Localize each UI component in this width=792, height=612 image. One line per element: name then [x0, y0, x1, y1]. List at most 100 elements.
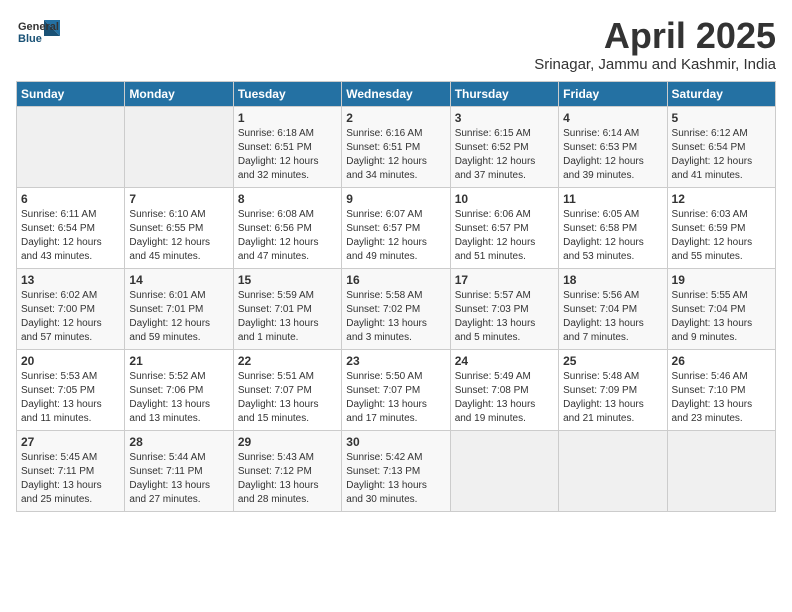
calendar-cell [450, 430, 558, 511]
day-number: 20 [21, 354, 120, 368]
day-detail: Sunrise: 6:16 AM Sunset: 6:51 PM Dayligh… [346, 127, 445, 183]
day-number: 22 [238, 354, 337, 368]
calendar-cell: 18 Sunrise: 5:56 AM Sunset: 7:04 PM Dayli… [559, 268, 667, 349]
calendar-cell: 16 Sunrise: 5:58 AM Sunset: 7:02 PM Dayli… [342, 268, 450, 349]
day-detail: Sunrise: 6:02 AM Sunset: 7:00 PM Dayligh… [21, 289, 120, 345]
title-block: April 2025 Srinagar, Jammu and Kashmir, … [534, 16, 776, 73]
day-number: 2 [346, 111, 445, 125]
page-header: General Blue April 2025 Srinagar, Jammu … [16, 16, 776, 73]
day-number: 10 [455, 192, 554, 206]
day-detail: Sunrise: 5:51 AM Sunset: 7:07 PM Dayligh… [238, 370, 337, 426]
logo: General Blue [16, 16, 60, 50]
logo-icon: General Blue [16, 16, 60, 50]
day-detail: Sunrise: 6:10 AM Sunset: 6:55 PM Dayligh… [129, 208, 228, 264]
calendar-cell: 9Sunrise: 6:07 AM Sunset: 6:57 PM Daylig… [342, 187, 450, 268]
day-detail: Sunrise: 5:57 AM Sunset: 7:03 PM Dayligh… [455, 289, 554, 345]
day-detail: Sunrise: 6:18 AM Sunset: 6:51 PM Dayligh… [238, 127, 337, 183]
calendar-cell: 14 Sunrise: 6:01 AM Sunset: 7:01 PM Dayli… [125, 268, 233, 349]
calendar-cell: 27Sunrise: 5:45 AM Sunset: 7:11 PM Dayli… [17, 430, 125, 511]
calendar-cell [559, 430, 667, 511]
calendar-cell [17, 106, 125, 187]
day-number: 17 [455, 273, 554, 287]
calendar-week-row: 27Sunrise: 5:45 AM Sunset: 7:11 PM Dayli… [17, 430, 776, 511]
location-title: Srinagar, Jammu and Kashmir, India [534, 56, 776, 73]
weekday-header: Thursday [450, 81, 558, 106]
svg-text:General: General [18, 21, 59, 33]
day-number: 21 [129, 354, 228, 368]
day-number: 4 [563, 111, 662, 125]
calendar-cell: 19 Sunrise: 5:55 AM Sunset: 7:04 PM Dayli… [667, 268, 775, 349]
calendar-cell: 13 Sunrise: 6:02 AM Sunset: 7:00 PM Dayli… [17, 268, 125, 349]
day-detail: Sunrise: 5:44 AM Sunset: 7:11 PM Dayligh… [129, 451, 228, 507]
calendar-week-row: 13 Sunrise: 6:02 AM Sunset: 7:00 PM Dayli… [17, 268, 776, 349]
day-detail: Sunrise: 6:08 AM Sunset: 6:56 PM Dayligh… [238, 208, 337, 264]
calendar-cell: 29 Sunrise: 5:43 AM Sunset: 7:12 PM Dayli… [233, 430, 341, 511]
calendar-cell: 17 Sunrise: 5:57 AM Sunset: 7:03 PM Dayli… [450, 268, 558, 349]
day-detail: Sunrise: 6:12 AM Sunset: 6:54 PM Dayligh… [672, 127, 771, 183]
day-number: 7 [129, 192, 228, 206]
calendar-cell: 6 Sunrise: 6:11 AM Sunset: 6:54 PM Daylig… [17, 187, 125, 268]
calendar-cell: 22 Sunrise: 5:51 AM Sunset: 7:07 PM Dayli… [233, 349, 341, 430]
day-detail: Sunrise: 5:49 AM Sunset: 7:08 PM Dayligh… [455, 370, 554, 426]
calendar-table: SundayMondayTuesdayWednesdayThursdayFrid… [16, 81, 776, 512]
day-number: 1 [238, 111, 337, 125]
month-title: April 2025 [534, 16, 776, 56]
day-number: 14 [129, 273, 228, 287]
day-detail: Sunrise: 6:14 AM Sunset: 6:53 PM Dayligh… [563, 127, 662, 183]
day-number: 5 [672, 111, 771, 125]
day-detail: Sunrise: 6:07 AM Sunset: 6:57 PM Dayligh… [346, 208, 445, 264]
day-number: 13 [21, 273, 120, 287]
calendar-cell: 12 Sunrise: 6:03 AM Sunset: 6:59 PM Dayli… [667, 187, 775, 268]
calendar-cell: 25Sunrise: 5:48 AM Sunset: 7:09 PM Dayli… [559, 349, 667, 430]
day-detail: Sunrise: 5:42 AM Sunset: 7:13 PM Dayligh… [346, 451, 445, 507]
day-number: 28 [129, 435, 228, 449]
day-number: 30 [346, 435, 445, 449]
calendar-cell: 21 Sunrise: 5:52 AM Sunset: 7:06 PM Dayli… [125, 349, 233, 430]
calendar-cell: 23Sunrise: 5:50 AM Sunset: 7:07 PM Dayli… [342, 349, 450, 430]
day-detail: Sunrise: 5:48 AM Sunset: 7:09 PM Dayligh… [563, 370, 662, 426]
day-number: 11 [563, 192, 662, 206]
calendar-week-row: 20 Sunrise: 5:53 AM Sunset: 7:05 PM Dayli… [17, 349, 776, 430]
day-number: 24 [455, 354, 554, 368]
day-detail: Sunrise: 6:05 AM Sunset: 6:58 PM Dayligh… [563, 208, 662, 264]
day-detail: Sunrise: 5:56 AM Sunset: 7:04 PM Dayligh… [563, 289, 662, 345]
day-detail: Sunrise: 5:52 AM Sunset: 7:06 PM Dayligh… [129, 370, 228, 426]
calendar-cell: 2 Sunrise: 6:16 AM Sunset: 6:51 PM Daylig… [342, 106, 450, 187]
day-number: 18 [563, 273, 662, 287]
day-number: 16 [346, 273, 445, 287]
weekday-header: Sunday [17, 81, 125, 106]
day-detail: Sunrise: 6:11 AM Sunset: 6:54 PM Dayligh… [21, 208, 120, 264]
weekday-header: Friday [559, 81, 667, 106]
calendar-cell [125, 106, 233, 187]
day-detail: Sunrise: 5:46 AM Sunset: 7:10 PM Dayligh… [672, 370, 771, 426]
day-number: 23 [346, 354, 445, 368]
day-number: 8 [238, 192, 337, 206]
day-number: 6 [21, 192, 120, 206]
day-number: 29 [238, 435, 337, 449]
calendar-cell: 24 Sunrise: 5:49 AM Sunset: 7:08 PM Dayli… [450, 349, 558, 430]
day-detail: Sunrise: 5:53 AM Sunset: 7:05 PM Dayligh… [21, 370, 120, 426]
weekday-header: Saturday [667, 81, 775, 106]
weekday-header: Tuesday [233, 81, 341, 106]
calendar-cell: 4 Sunrise: 6:14 AM Sunset: 6:53 PM Daylig… [559, 106, 667, 187]
day-number: 3 [455, 111, 554, 125]
day-detail: Sunrise: 5:55 AM Sunset: 7:04 PM Dayligh… [672, 289, 771, 345]
day-detail: Sunrise: 5:45 AM Sunset: 7:11 PM Dayligh… [21, 451, 120, 507]
calendar-cell: 28 Sunrise: 5:44 AM Sunset: 7:11 PM Dayli… [125, 430, 233, 511]
calendar-cell: 30 Sunrise: 5:42 AM Sunset: 7:13 PM Dayli… [342, 430, 450, 511]
calendar-cell: 7 Sunrise: 6:10 AM Sunset: 6:55 PM Daylig… [125, 187, 233, 268]
calendar-cell [667, 430, 775, 511]
day-detail: Sunrise: 5:58 AM Sunset: 7:02 PM Dayligh… [346, 289, 445, 345]
day-detail: Sunrise: 6:03 AM Sunset: 6:59 PM Dayligh… [672, 208, 771, 264]
day-number: 12 [672, 192, 771, 206]
svg-text:Blue: Blue [18, 33, 42, 45]
calendar-cell: 3 Sunrise: 6:15 AM Sunset: 6:52 PM Daylig… [450, 106, 558, 187]
day-detail: Sunrise: 5:43 AM Sunset: 7:12 PM Dayligh… [238, 451, 337, 507]
day-number: 19 [672, 273, 771, 287]
weekday-header-row: SundayMondayTuesdayWednesdayThursdayFrid… [17, 81, 776, 106]
day-number: 15 [238, 273, 337, 287]
day-detail: Sunrise: 6:15 AM Sunset: 6:52 PM Dayligh… [455, 127, 554, 183]
calendar-cell: 11 Sunrise: 6:05 AM Sunset: 6:58 PM Dayli… [559, 187, 667, 268]
calendar-cell: 20 Sunrise: 5:53 AM Sunset: 7:05 PM Dayli… [17, 349, 125, 430]
day-detail: Sunrise: 6:01 AM Sunset: 7:01 PM Dayligh… [129, 289, 228, 345]
